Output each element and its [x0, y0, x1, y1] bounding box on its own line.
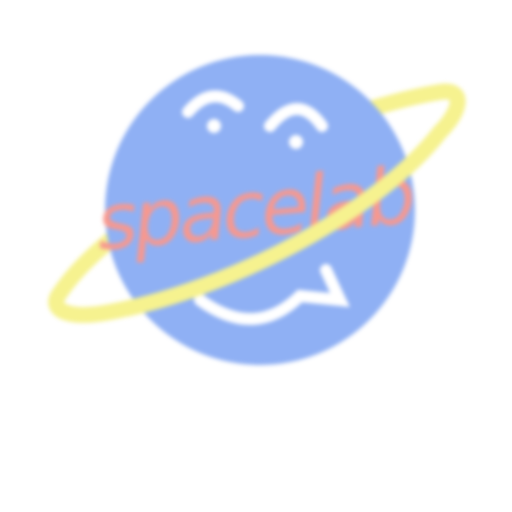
logo-canvas: spacelab [0, 0, 512, 512]
left-eye [207, 119, 221, 133]
right-eye [289, 135, 303, 149]
spacelab-logo: spacelab [48, 55, 466, 365]
